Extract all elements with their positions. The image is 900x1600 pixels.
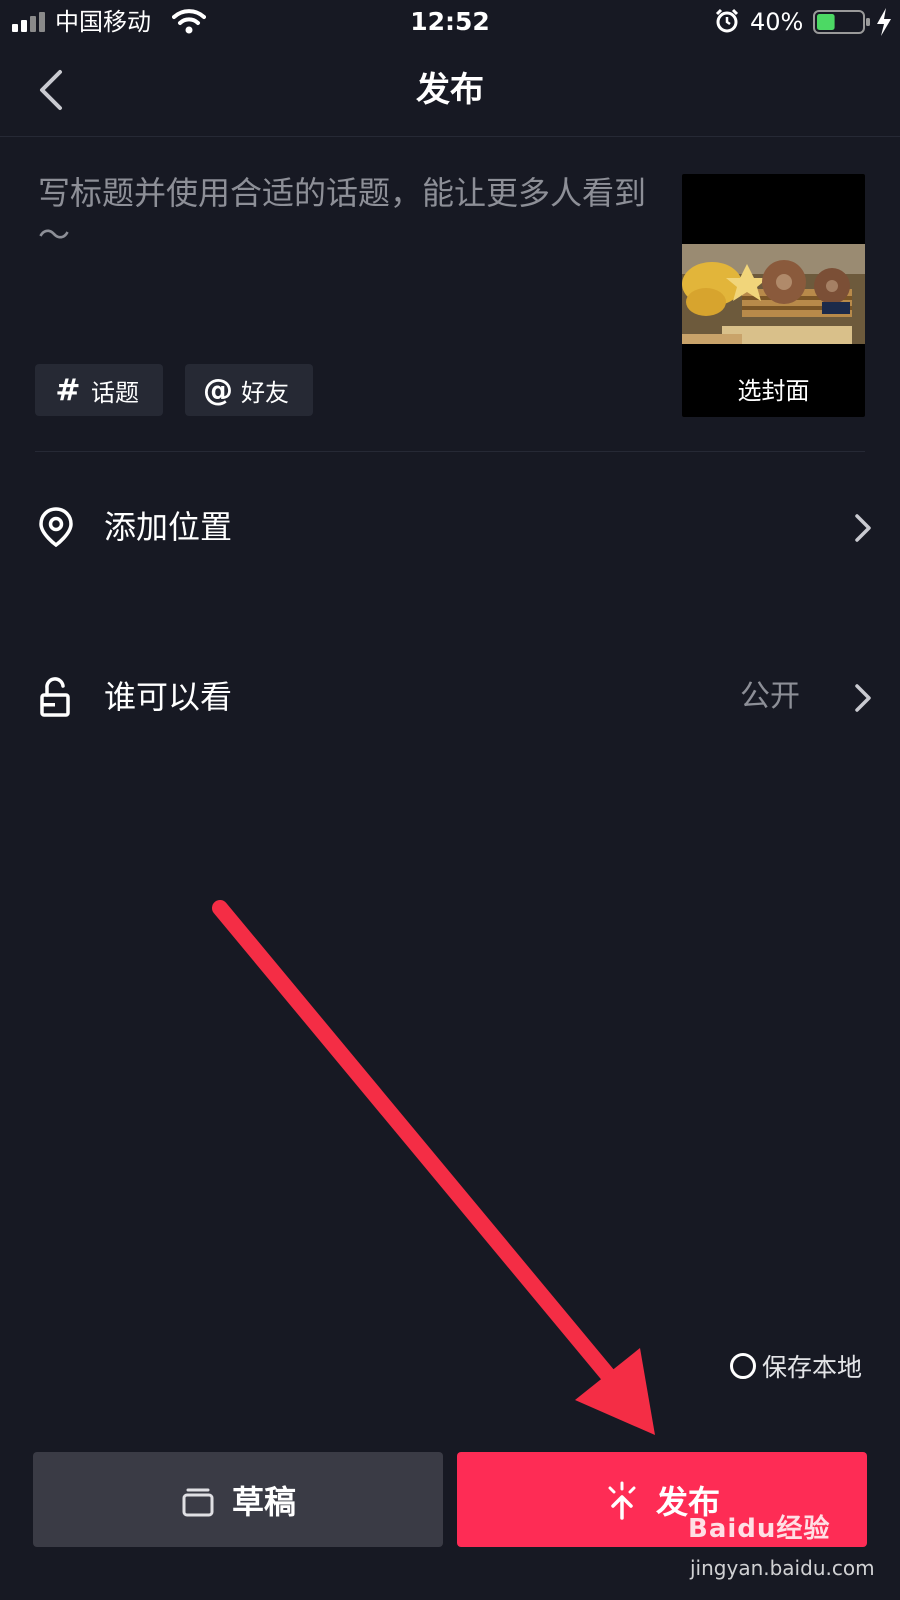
add-location-row[interactable]: 添加位置 (0, 483, 900, 573)
draft-label: 草稿 (231, 1482, 296, 1521)
topic-button[interactable]: # 话题 (35, 364, 163, 416)
topic-label: 话题 (91, 378, 139, 407)
unlock-icon (40, 677, 70, 717)
hashtag-icon: # (55, 372, 81, 408)
battery-icon (813, 10, 870, 34)
caption-input[interactable]: 写标题并使用合适的话题，能让更多人看到～ (38, 172, 658, 256)
radio-icon (730, 1353, 756, 1379)
at-icon: @ (203, 372, 233, 408)
publish-upload-icon (608, 1481, 636, 1520)
nav-bar: 发布 (0, 44, 900, 137)
baidu-watermark-url: jingyan.baidu.com (690, 1556, 875, 1580)
draft-box-icon (182, 1488, 214, 1516)
alarm-icon (715, 8, 739, 33)
save-local-label: 保存本地 (762, 1353, 863, 1382)
battery-percent: 40% (750, 8, 804, 36)
chevron-right-icon (855, 514, 871, 542)
draft-button[interactable]: 草稿 (33, 1452, 443, 1547)
privacy-value: 公开 (740, 679, 800, 714)
privacy-label: 谁可以看 (104, 678, 233, 716)
charging-icon (877, 8, 891, 36)
cover-thumbnail-image (682, 244, 865, 344)
cover-label: 选封面 (737, 377, 810, 405)
divider (35, 451, 865, 452)
cover-selector[interactable]: 选封面 (682, 174, 865, 417)
location-pin-icon (39, 507, 73, 547)
status-bar: 中国移动 12:52 40% (0, 0, 900, 44)
page-title: 发布 (416, 70, 484, 110)
location-label: 添加位置 (104, 508, 233, 546)
save-local-toggle[interactable]: 保存本地 (730, 1348, 862, 1384)
friend-label: 好友 (241, 378, 289, 407)
mention-friend-button[interactable]: @ 好友 (185, 364, 313, 416)
baidu-watermark-logo: Baidu经验 (688, 1514, 831, 1544)
who-can-view-row[interactable]: 谁可以看 公开 (0, 653, 900, 743)
chevron-right-icon (855, 684, 871, 712)
